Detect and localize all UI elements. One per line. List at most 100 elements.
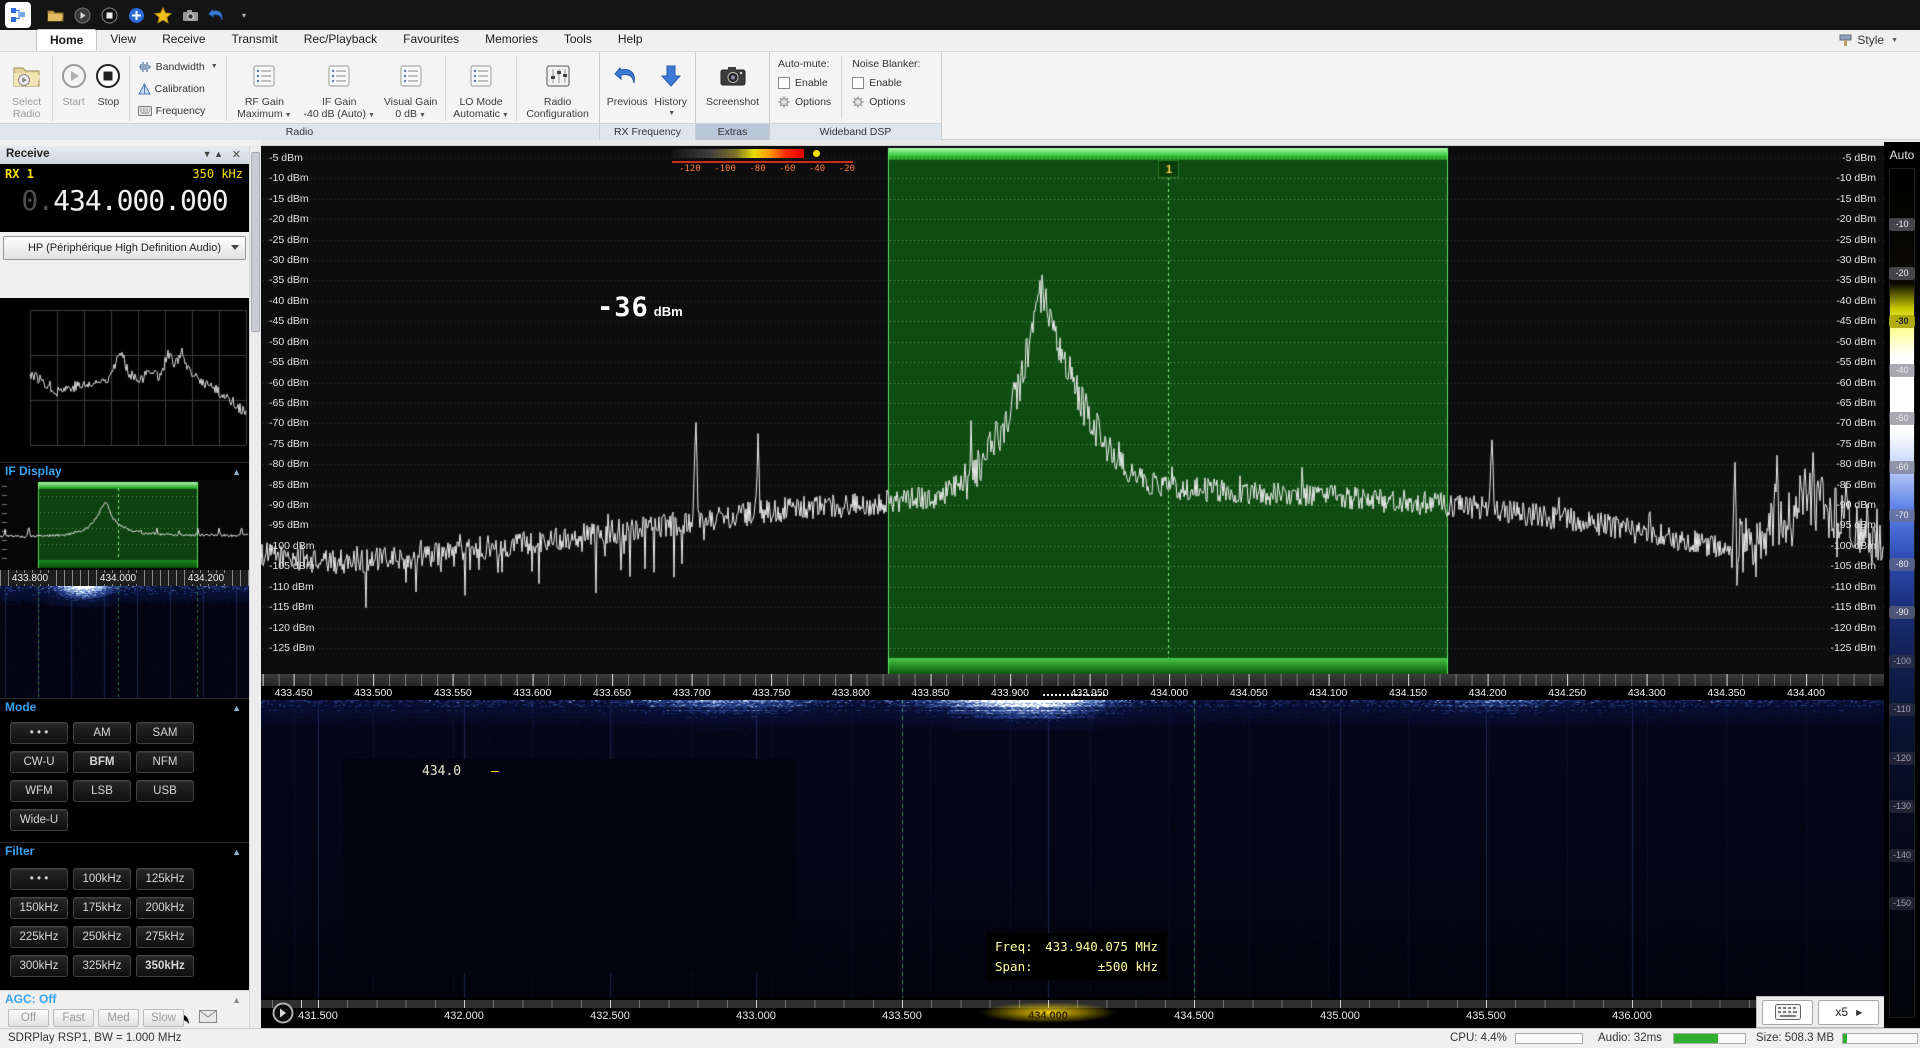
- tab-transmit[interactable]: Transmit: [219, 29, 291, 51]
- agc-collapse-icon[interactable]: ▲: [232, 992, 241, 1009]
- style-control[interactable]: Style ▼: [1839, 33, 1898, 47]
- filter-button-300kHz[interactable]: 300kHz: [10, 955, 68, 977]
- frequency-button[interactable]: Frequency: [135, 102, 221, 119]
- waterfall-freq-label: 434.500: [1174, 1010, 1214, 1022]
- if-display-header[interactable]: IF Display ▲: [0, 462, 249, 480]
- app-icon[interactable]: [5, 2, 31, 28]
- waterfall-freq-label: 432.000: [444, 1010, 484, 1022]
- qat-customize-icon[interactable]: ▾: [234, 5, 254, 25]
- frequency-display[interactable]: RX 1 350 kHz 0.434.000.000: [0, 164, 249, 232]
- mode-button-AM[interactable]: AM: [73, 722, 131, 744]
- filter-button-200kHz[interactable]: 200kHz: [136, 897, 194, 919]
- mode-button-NFM[interactable]: NFM: [136, 751, 194, 773]
- tab-view[interactable]: View: [97, 29, 149, 51]
- tab-memories[interactable]: Memories: [472, 29, 551, 51]
- spectrum-freq-label: 433.900: [991, 687, 1029, 699]
- screenshot-button[interactable]: Screenshot: [702, 54, 764, 123]
- noise-blanker-enable-checkbox[interactable]: [852, 77, 864, 89]
- mode-button-WideU[interactable]: Wide-U: [10, 809, 68, 831]
- panel-collapse-icon[interactable]: ▼ ▲: [203, 146, 223, 163]
- zoom-x5-button[interactable]: x5 ▶: [1818, 1000, 1879, 1025]
- radio-configuration-button[interactable]: Radio Configuration: [520, 54, 595, 123]
- agc-button-fast[interactable]: Fast: [53, 1009, 94, 1027]
- agc-button-slow[interactable]: Slow: [143, 1009, 184, 1027]
- colorbar-gradient[interactable]: [1889, 168, 1915, 1018]
- mode-button-LSB[interactable]: LSB: [73, 780, 131, 802]
- audio-device-select[interactable]: HP (Périphérique High Definition Audio): [3, 236, 246, 260]
- filter-header[interactable]: Filter ▲: [0, 842, 249, 860]
- tab-tools[interactable]: Tools: [551, 29, 605, 51]
- undo-icon[interactable]: [207, 5, 227, 25]
- mode-button-USB[interactable]: USB: [136, 780, 194, 802]
- mode-button-SAM[interactable]: SAM: [136, 722, 194, 744]
- filter-button-125kHz[interactable]: 125kHz: [136, 868, 194, 890]
- select-radio-button[interactable]: Select Radio: [4, 54, 49, 123]
- filter-button-[interactable]: • • •: [10, 868, 68, 890]
- stop-button[interactable]: Stop: [91, 54, 126, 123]
- agc-button-med[interactable]: Med: [98, 1009, 139, 1027]
- spectrum-freq-label: 433.800: [832, 687, 870, 699]
- keyboard-entry-button[interactable]: [1762, 1000, 1813, 1025]
- spectrum-ruler[interactable]: [261, 674, 1884, 686]
- mode-button-CWU[interactable]: CW-U: [10, 751, 68, 773]
- open-folder-icon[interactable]: [45, 5, 65, 25]
- filter-collapse-icon[interactable]: ▲: [232, 844, 241, 861]
- record-icon[interactable]: [99, 5, 119, 25]
- receive-panel-header[interactable]: Receive ▼ ▲ ✕: [0, 146, 249, 164]
- panel-close-icon[interactable]: ✕: [232, 147, 241, 164]
- filter-button-325kHz[interactable]: 325kHz: [73, 955, 131, 977]
- visual-gain-button[interactable]: Visual Gain 0 dB▼: [379, 54, 442, 123]
- automute-enable-checkbox[interactable]: [778, 77, 790, 89]
- filter-button-225kHz[interactable]: 225kHz: [10, 926, 68, 948]
- start-button[interactable]: Start: [56, 54, 91, 123]
- tuned-frequency[interactable]: 0.434.000.000: [0, 184, 249, 217]
- style-caret-icon: ▼: [1891, 37, 1898, 44]
- if-spectrum[interactable]: [0, 480, 249, 570]
- agc-envelope-icon[interactable]: [199, 1010, 217, 1023]
- filter-button-150kHz[interactable]: 150kHz: [10, 897, 68, 919]
- filter-button-350kHz[interactable]: 350kHz: [136, 955, 194, 977]
- filter-button-175kHz[interactable]: 175kHz: [73, 897, 131, 919]
- if-display-collapse-icon[interactable]: ▲: [232, 464, 241, 481]
- left-panel-scrollbar[interactable]: [249, 146, 261, 1028]
- mode-button-BFM[interactable]: BFM: [73, 751, 131, 773]
- filter-button-275kHz[interactable]: 275kHz: [136, 926, 194, 948]
- history-button[interactable]: History ▼: [650, 54, 691, 123]
- lo-mode-button[interactable]: LO Mode Automatic▼: [449, 54, 513, 123]
- previous-button[interactable]: Previous: [604, 54, 650, 123]
- noise-blanker-options[interactable]: Options: [852, 94, 920, 110]
- waterfall-scale[interactable]: 431.500432.000432.500433.000433.500434.0…: [261, 998, 1884, 1028]
- tab-favourites[interactable]: Favourites: [390, 29, 472, 51]
- automute-options[interactable]: Options: [778, 94, 831, 110]
- if-gain-button[interactable]: IF Gain -40 dB (Auto)▼: [299, 54, 379, 123]
- tab-rec-playback[interactable]: Rec/Playback: [291, 29, 390, 51]
- agc-header[interactable]: AGC: Off ▲: [0, 990, 249, 1008]
- scrollbar-thumb[interactable]: [251, 152, 260, 332]
- calibration-button[interactable]: Calibration: [135, 80, 221, 97]
- colorbar-auto-label[interactable]: Auto: [1884, 148, 1920, 162]
- spectrum-canvas[interactable]: [261, 146, 1884, 674]
- filter-button-100kHz[interactable]: 100kHz: [73, 868, 131, 890]
- select-radio-label2: Radio: [13, 108, 40, 120]
- spectrum-display[interactable]: [261, 146, 1884, 674]
- tab-help[interactable]: Help: [605, 29, 656, 51]
- rf-gain-button[interactable]: RF Gain Maximum▼: [230, 54, 300, 123]
- tab-home[interactable]: Home: [36, 29, 97, 51]
- mode-button-[interactable]: • • •: [10, 722, 68, 744]
- if-waterfall[interactable]: [0, 586, 249, 698]
- waterfall-scroll-left-button[interactable]: [272, 1002, 294, 1024]
- favourite-star-icon[interactable]: [153, 5, 173, 25]
- tab-receive[interactable]: Receive: [149, 29, 218, 51]
- mode-header[interactable]: Mode ▲: [0, 698, 249, 716]
- filter-button-250kHz[interactable]: 250kHz: [73, 926, 131, 948]
- camera-icon[interactable]: [180, 5, 200, 25]
- freq-span-infobox: Freq:433.940.075 MHz Span:±500 kHz: [986, 933, 1167, 980]
- add-icon[interactable]: [126, 5, 146, 25]
- bandwidth-button[interactable]: Bandwidth▼: [135, 58, 221, 75]
- mode-button-WFM[interactable]: WFM: [10, 780, 68, 802]
- mode-collapse-icon[interactable]: ▲: [232, 700, 241, 717]
- automute-enable[interactable]: Enable: [778, 75, 831, 91]
- agc-button-off[interactable]: Off: [8, 1009, 49, 1027]
- noise-blanker-enable[interactable]: Enable: [852, 75, 920, 91]
- play-icon[interactable]: [72, 5, 92, 25]
